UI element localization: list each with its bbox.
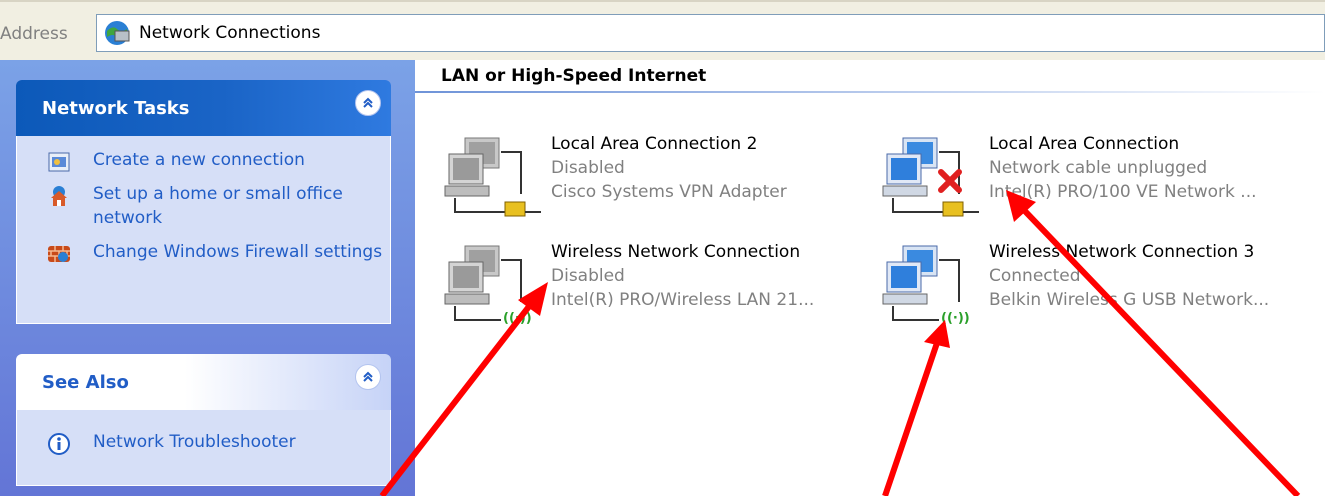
svg-text:((·)): ((·)): [941, 311, 970, 326]
collapse-see-also-button[interactable]: [355, 364, 381, 390]
address-value: Network Connections: [139, 23, 321, 43]
home-network-icon: [51, 186, 67, 206]
connection-status: Connected: [989, 266, 1081, 286]
connection-text: Local Area Connection Network cable unpl…: [989, 132, 1319, 204]
task-label[interactable]: Create a new connection: [93, 150, 305, 170]
address-label: Address: [0, 24, 68, 44]
connection-text: Wireless Network Connection 3 Connected …: [989, 240, 1319, 312]
task-label[interactable]: Set up a home or small office network: [93, 184, 343, 228]
address-bar: Address Network Connections: [0, 0, 1325, 60]
network-tasks-title: Network Tasks: [42, 98, 190, 119]
lan-unplugged-icon: [882, 137, 979, 217]
network-tasks-panel: Network Tasks Create a new connection Se…: [16, 80, 391, 324]
network-tasks-header[interactable]: Network Tasks: [16, 80, 391, 136]
task-label[interactable]: Network Troubleshooter: [93, 432, 296, 452]
firewall-icon: [48, 246, 70, 262]
group-divider: [415, 91, 1325, 93]
connection-device: Intel(R) PRO/100 VE Network ...: [989, 182, 1257, 202]
see-also-panel: See Also Network Troubleshooter: [16, 354, 391, 486]
lan-disabled-icon: [444, 137, 541, 217]
connection-status: Disabled: [551, 158, 625, 178]
connection-item-local-area-connection[interactable]: Local Area Connection Network cable unpl…: [879, 132, 1319, 242]
connection-device: Intel(R) PRO/Wireless LAN 21...: [551, 290, 815, 310]
connection-item-wireless-network-connection[interactable]: ((·)) Wireless Network Connection Disabl…: [441, 240, 881, 350]
connection-name: Local Area Connection 2: [551, 134, 758, 154]
connection-name: Wireless Network Connection 3: [989, 242, 1255, 262]
network-globe-icon: [105, 21, 130, 45]
connection-status: Disabled: [551, 266, 625, 286]
chevron-up-double-icon: [363, 97, 373, 108]
content-area: LAN or High-Speed Internet Local Area Co…: [415, 60, 1325, 496]
svg-text:((·)): ((·)): [503, 311, 532, 326]
wireless-disabled-icon: ((·)): [444, 245, 532, 326]
see-also-header[interactable]: See Also: [16, 354, 391, 410]
task-create-connection[interactable]: Create a new connection: [17, 148, 390, 172]
task-firewall[interactable]: Change Windows Firewall settings: [17, 240, 390, 264]
task-pane: Network Tasks Create a new connection Se…: [0, 60, 415, 496]
connection-name: Local Area Connection: [989, 134, 1180, 154]
new-connection-icon: [48, 152, 70, 172]
connection-item-local-area-connection-2[interactable]: Local Area Connection 2 Disabled Cisco S…: [441, 132, 881, 242]
connection-text: Wireless Network Connection Disabled Int…: [551, 240, 881, 312]
connection-status: Network cable unplugged: [989, 158, 1208, 178]
group-header: LAN or High-Speed Internet: [441, 66, 707, 86]
task-home-network[interactable]: Set up a home or small office network: [17, 182, 390, 230]
chevron-up-double-icon: [363, 371, 373, 382]
task-troubleshooter[interactable]: Network Troubleshooter: [17, 430, 390, 455]
connection-device: Cisco Systems VPN Adapter: [551, 182, 787, 202]
network-tasks-body: Create a new connection Set up a home or…: [16, 136, 391, 324]
task-label[interactable]: Change Windows Firewall settings: [93, 242, 382, 262]
info-icon: [48, 433, 70, 455]
connection-device: Belkin Wireless G USB Network...: [989, 290, 1270, 310]
see-also-body: Network Troubleshooter: [16, 410, 391, 486]
connection-name: Wireless Network Connection: [551, 242, 801, 262]
see-also-title: See Also: [42, 372, 129, 393]
wireless-connected-icon: ((·)): [882, 245, 970, 326]
address-field[interactable]: Network Connections: [96, 14, 1325, 52]
collapse-network-tasks-button[interactable]: [355, 90, 381, 116]
connection-text: Local Area Connection 2 Disabled Cisco S…: [551, 132, 881, 204]
connection-item-wireless-network-connection-3[interactable]: ((·)) Wireless Network Connection 3 Conn…: [879, 240, 1319, 350]
